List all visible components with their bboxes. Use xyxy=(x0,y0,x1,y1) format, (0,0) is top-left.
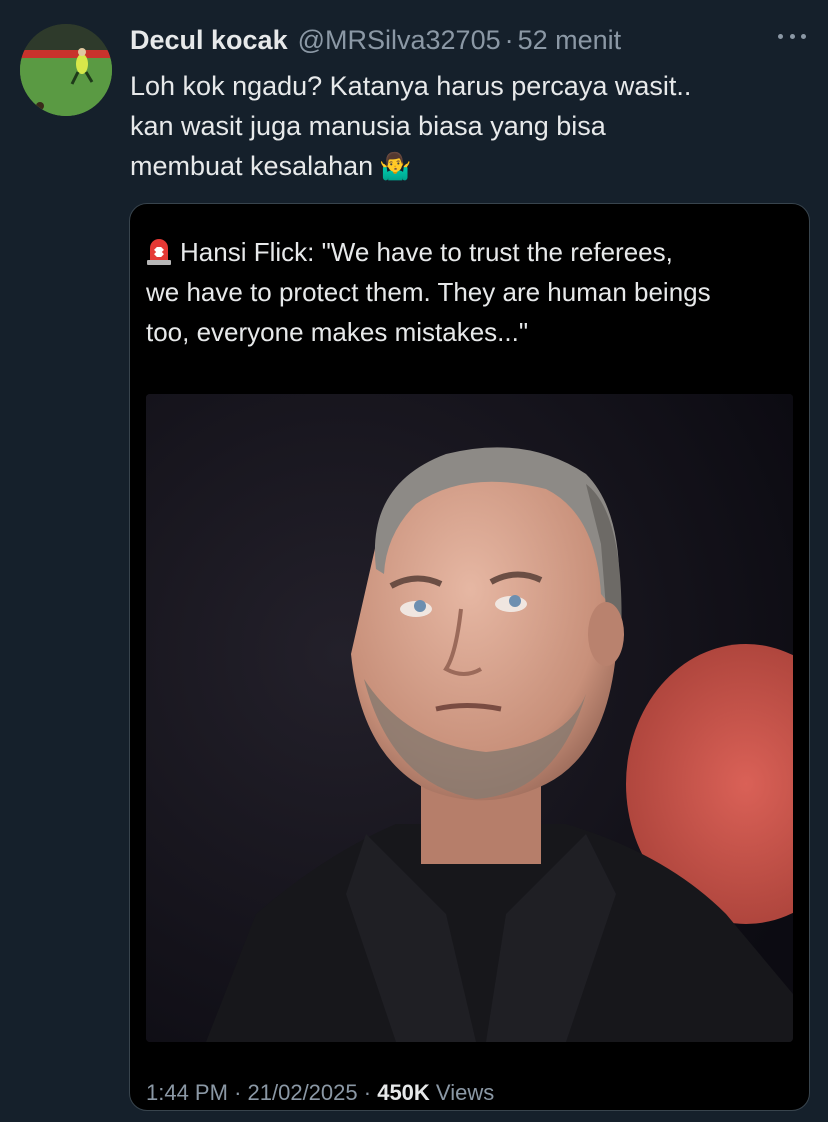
tweet-meta: 1:44 PM · 21/02/2025 · 450K Views xyxy=(146,1080,494,1106)
portrait-illustration xyxy=(146,394,793,1042)
portrait-photo[interactable] xyxy=(146,394,793,1042)
timestamp[interactable]: 52 menit xyxy=(518,25,622,56)
views-count: 450K xyxy=(377,1080,430,1105)
quote-line: too, everyone makes mistakes..." xyxy=(146,317,529,347)
display-name[interactable]: Decul kocak xyxy=(130,25,288,56)
quote-line: Hansi Flick: "We have to trust the refer… xyxy=(146,232,796,272)
tweet-header: Decul kocak @MRSilva32705 · 52 menit xyxy=(130,22,808,58)
separator-dot: · xyxy=(504,24,514,55)
tweet-media[interactable]: Hansi Flick: "We have to trust the refer… xyxy=(129,203,810,1111)
shrug-emoji-icon: 🤷‍♂️ xyxy=(379,151,412,181)
tweet-text: Loh kok ngadu? Katanya harus percaya was… xyxy=(130,66,810,186)
tweet-line: membuat kesalahan 🤷‍♂️ xyxy=(130,146,810,186)
avatar-image xyxy=(20,24,112,116)
quote-text: Hansi Flick: "We have to trust the refer… xyxy=(146,232,796,352)
views-label: Views xyxy=(435,1080,495,1105)
tweet-line: Loh kok ngadu? Katanya harus percaya was… xyxy=(130,71,692,101)
avatar[interactable] xyxy=(20,24,112,116)
tweet-line-text: membuat kesalahan xyxy=(130,151,374,181)
meta-separator: · xyxy=(363,1080,372,1105)
quote-line-text: Hansi Flick: "We have to trust the refer… xyxy=(180,237,673,267)
quote-line: we have to protect them. They are human … xyxy=(146,277,711,307)
meta-separator: · xyxy=(234,1080,242,1105)
more-options-icon[interactable] xyxy=(778,30,806,42)
tweet-line: kan wasit juga manusia biasa yang bisa xyxy=(130,111,606,141)
post-date[interactable]: 21/02/2025 xyxy=(248,1080,358,1105)
post-time[interactable]: 1:44 PM xyxy=(146,1080,228,1105)
siren-icon xyxy=(146,236,172,266)
handle[interactable]: @MRSilva32705 xyxy=(298,25,501,56)
